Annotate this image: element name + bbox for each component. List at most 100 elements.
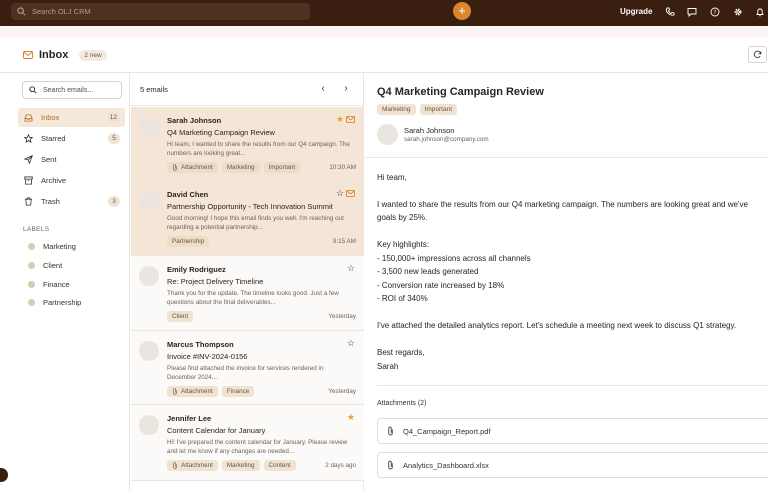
email-row[interactable]: David Chen Partnership Opportunity - Tec… [131, 181, 364, 256]
email-search-input[interactable]: Search emails... [22, 81, 122, 99]
email-subject: Re: Project Delivery Timeline [167, 277, 264, 286]
refresh-button[interactable] [748, 46, 767, 63]
attachment-name: Analytics_Dashboard.xlsx [403, 460, 489, 470]
body-line: Hi team, [377, 173, 407, 182]
divider [365, 157, 768, 158]
email-row[interactable]: Emily Rodriguez Re: Project Delivery Tim… [131, 256, 364, 331]
label-text: Client [43, 261, 63, 270]
email-snippet: Please find attached the invoice for ser… [167, 365, 324, 381]
page-title: Inbox 2 new [23, 49, 107, 61]
label-item-client[interactable]: Client [28, 261, 62, 270]
email-time: Yesterday [328, 388, 356, 395]
sidebar-item-label: Trash [41, 197, 60, 206]
email-subject: Q4 Marketing Campaign Review [167, 128, 275, 137]
attachment-item[interactable]: Q4_Campaign_Report.pdf [377, 418, 768, 444]
email-tags: Partnership [167, 236, 210, 247]
email-sender: Marcus Thompson [167, 340, 234, 349]
email-row[interactable]: Marcus Thompson Invoice #INV-2024-0156 P… [131, 331, 364, 405]
email-subject: Content Calendar for January [167, 426, 266, 435]
label-item-finance[interactable]: Finance [28, 280, 70, 289]
sender-name: Sarah Johnson [404, 126, 455, 135]
top-bar: Search OLJ CRM + Upgrade ? [0, 0, 768, 26]
email-tags: Client [167, 311, 194, 322]
email-time: 10:30 AM [329, 164, 356, 171]
email-list-header: 5 emails ‹ › [131, 73, 364, 106]
email-sender: David Chen [167, 190, 209, 199]
label-dot [28, 299, 35, 306]
bell-icon[interactable] [754, 6, 766, 18]
body-line: goals by 25%. [377, 213, 428, 222]
email-list: 5 emails ‹ › Sarah Johnson Q4 Marketing … [131, 73, 364, 490]
label-dot [28, 281, 35, 288]
star-icon[interactable]: ★ [347, 413, 355, 422]
email-count: 5 emails [140, 85, 168, 94]
upgrade-button[interactable]: Upgrade [620, 7, 652, 16]
avatar [377, 124, 398, 145]
sidebar-item-sent[interactable]: Sent [18, 150, 125, 169]
label-text: Partnership [43, 298, 82, 307]
avatar [139, 191, 159, 211]
count-badge: 5 [108, 133, 120, 144]
sidebar-item-label: Sent [41, 155, 57, 164]
count-badge: 3 [108, 196, 120, 207]
email-time: 2 days ago [325, 462, 356, 469]
unread-mail-icon [346, 116, 355, 123]
mail-icon [23, 51, 33, 59]
email-tags: Attachment Marketing Important [167, 162, 301, 173]
email-row[interactable]: Sarah Johnson Q4 Marketing Campaign Revi… [131, 107, 364, 181]
label-item-partnership[interactable]: Partnership [28, 298, 81, 307]
send-icon [24, 155, 33, 164]
star-icon[interactable]: ★ [336, 115, 344, 124]
tag-label: Attachment [181, 462, 213, 469]
collapse-handle[interactable] [0, 468, 8, 482]
attachments-heading: Attachments (2) [377, 400, 427, 407]
svg-text:?: ? [714, 10, 717, 16]
sidebar-item-archive[interactable]: Archive [18, 171, 125, 190]
paperclip-icon [173, 462, 177, 469]
inbox-icon [24, 113, 33, 122]
phone-icon[interactable] [664, 6, 676, 18]
label-text: Marketing [43, 242, 76, 251]
email-snippet: Hi! I've prepared the content calendar f… [167, 439, 348, 455]
chevron-right-icon[interactable]: › [341, 83, 351, 95]
star-icon[interactable]: ☆ [347, 264, 355, 273]
tag-attachment: Attachment [167, 162, 218, 173]
gear-icon[interactable] [732, 6, 744, 18]
tag-marketing: Marketing [221, 162, 260, 173]
email-row[interactable]: Jennifer Lee Content Calendar for Januar… [131, 405, 364, 481]
email-sender: Jennifer Lee [167, 414, 212, 423]
body-line: - ROI of 340% [377, 294, 428, 303]
email-search-placeholder: Search emails... [43, 86, 94, 94]
body-line: I've attached the detailed analytics rep… [377, 321, 737, 330]
paperclip-icon [173, 388, 177, 395]
sidebar: Search emails... Inbox 12 Starred 5 Sent… [13, 73, 130, 490]
global-search-input[interactable]: Search OLJ CRM [11, 3, 310, 20]
help-icon[interactable]: ? [709, 6, 721, 18]
sidebar-item-inbox[interactable]: Inbox 12 [18, 108, 125, 127]
labels-heading: LABELS [23, 226, 50, 233]
chevron-left-icon[interactable]: ‹ [318, 83, 328, 95]
label-text: Finance [43, 280, 70, 289]
body-line: Key highlights: [377, 240, 430, 249]
sidebar-item-trash[interactable]: Trash 3 [18, 192, 125, 211]
avatar [139, 341, 159, 361]
attachment-item[interactable]: Analytics_Dashboard.xlsx [377, 452, 768, 478]
sidebar-item-starred[interactable]: Starred 5 [18, 129, 125, 148]
email-detail: Q4 Marketing Campaign Review Marketing I… [365, 73, 768, 490]
label-item-marketing[interactable]: Marketing [28, 242, 76, 251]
paperclip-icon [388, 426, 393, 436]
chat-icon[interactable] [686, 6, 698, 18]
body-line: Sarah [377, 362, 399, 371]
avatar [139, 266, 159, 286]
attachment-name: Q4_Campaign_Report.pdf [403, 426, 491, 436]
create-button[interactable]: + [453, 2, 471, 20]
star-icon[interactable]: ☆ [347, 339, 355, 348]
page-title-text: Inbox [39, 49, 69, 61]
email-detail-tags: Marketing Important [377, 104, 458, 115]
divider [377, 385, 768, 386]
tag-important: Important [263, 162, 301, 173]
star-icon[interactable]: ☆ [336, 189, 344, 198]
avatar [139, 415, 159, 435]
body-line: - Conversion rate increased by 18% [377, 281, 505, 290]
trash-icon [24, 197, 33, 206]
